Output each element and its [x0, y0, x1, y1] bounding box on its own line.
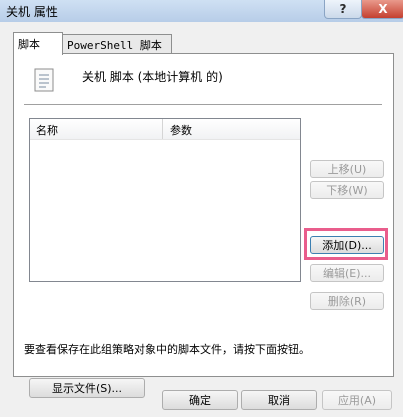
scripts-panel: 关机 脚本 (本地计算机 的) 名称 参数 上移(U) 下移(W) 添加(D).… [13, 53, 394, 398]
help-button[interactable]: ? [324, 0, 362, 19]
script-document-icon [34, 68, 54, 92]
column-header-parameters[interactable]: 参数 [170, 122, 192, 138]
move-up-button[interactable]: 上移(U) [310, 160, 384, 178]
remove-button[interactable]: 删除(R) [310, 292, 384, 310]
window-title: 关机 属性 [6, 5, 58, 19]
move-down-button[interactable]: 下移(W) [310, 181, 384, 199]
ok-button[interactable]: 确定 [162, 390, 238, 410]
edit-button[interactable]: 编辑(E)... [310, 264, 384, 282]
column-header-name[interactable]: 名称 [36, 122, 58, 138]
highlight-box [304, 228, 388, 260]
title-bar: 关机 属性 ? X [0, 0, 403, 22]
separator [24, 104, 382, 106]
apply-button[interactable]: 应用(A) [322, 390, 392, 410]
close-button[interactable]: X [361, 0, 403, 19]
info-text: 要查看保存在此组策略对象中的脚本文件，请按下面按钮。 [24, 343, 310, 356]
show-files-button[interactable]: 显示文件(S)... [29, 378, 145, 398]
list-header: 名称 参数 [30, 119, 300, 140]
properties-dialog: 脚本 PowerShell 脚本 关机 脚本 (本地计算机 的) 名称 参数 上… [0, 22, 403, 417]
scripts-list[interactable]: 名称 参数 [29, 118, 301, 282]
column-divider[interactable] [162, 119, 163, 139]
tab-powershell-scripts[interactable]: PowerShell 脚本 [62, 34, 172, 55]
panel-heading: 关机 脚本 (本地计算机 的) [82, 70, 223, 84]
tab-scripts[interactable]: 脚本 [13, 32, 63, 55]
cancel-button[interactable]: 取消 [241, 390, 317, 410]
